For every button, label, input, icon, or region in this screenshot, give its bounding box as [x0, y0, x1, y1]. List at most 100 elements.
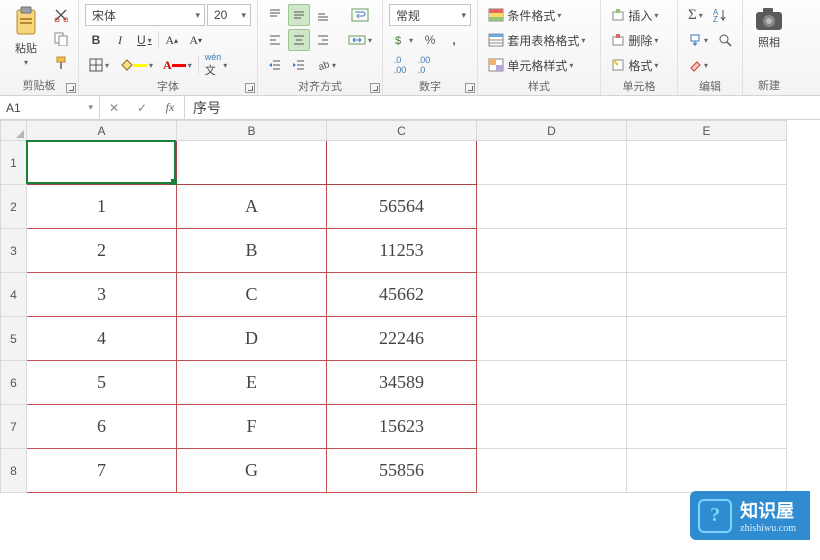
shrink-font-button[interactable]: A▾	[185, 29, 207, 51]
align-left-button[interactable]	[264, 29, 286, 51]
column-header[interactable]: E	[627, 121, 787, 141]
number-dialog-launcher[interactable]	[465, 83, 475, 93]
data-cell[interactable]: F	[177, 405, 327, 449]
empty-cell[interactable]	[477, 273, 627, 317]
data-cell[interactable]: 15623	[327, 405, 477, 449]
orientation-button[interactable]: ab	[312, 54, 340, 76]
wrap-text-button[interactable]	[344, 4, 376, 26]
row-header[interactable]: 8	[1, 449, 27, 493]
data-cell[interactable]: A	[177, 185, 327, 229]
merge-center-button[interactable]	[344, 29, 376, 51]
data-cell[interactable]: 名称	[177, 141, 327, 185]
find-select-button[interactable]	[714, 29, 736, 51]
data-cell[interactable]: 序号	[27, 141, 177, 185]
align-center-button[interactable]	[288, 29, 310, 51]
empty-cell[interactable]	[627, 405, 787, 449]
borders-button[interactable]	[85, 54, 113, 76]
row-header[interactable]: 3	[1, 229, 27, 273]
fill-button[interactable]	[684, 29, 712, 51]
data-cell[interactable]: B	[177, 229, 327, 273]
format-as-table-button[interactable]: 套用表格格式	[484, 29, 594, 51]
select-all-corner[interactable]	[1, 121, 27, 141]
data-cell[interactable]: 4	[27, 317, 177, 361]
formula-input[interactable]: 序号	[185, 96, 820, 119]
column-header[interactable]: C	[327, 121, 477, 141]
empty-cell[interactable]	[477, 405, 627, 449]
comma-button[interactable]: ,	[443, 29, 465, 51]
empty-cell[interactable]	[627, 185, 787, 229]
data-cell[interactable]: E	[177, 361, 327, 405]
data-cell[interactable]: 销售量	[327, 141, 477, 185]
row-header[interactable]: 4	[1, 273, 27, 317]
paste-button[interactable]: 粘贴 ▾	[6, 4, 46, 69]
clipboard-dialog-launcher[interactable]	[66, 83, 76, 93]
decrease-indent-button[interactable]	[264, 54, 286, 76]
empty-cell[interactable]	[477, 317, 627, 361]
underline-button[interactable]: U	[133, 29, 156, 51]
format-cells-button[interactable]: 格式	[607, 54, 671, 76]
column-header[interactable]: D	[477, 121, 627, 141]
increase-decimal-button[interactable]: .0.00	[389, 54, 411, 76]
bold-button[interactable]: B	[85, 29, 107, 51]
row-header[interactable]: 1	[1, 141, 27, 185]
grow-font-button[interactable]: A▴	[161, 29, 183, 51]
empty-cell[interactable]	[477, 361, 627, 405]
empty-cell[interactable]	[477, 185, 627, 229]
align-top-button[interactable]	[264, 4, 286, 26]
data-cell[interactable]: G	[177, 449, 327, 493]
empty-cell[interactable]	[627, 449, 787, 493]
insert-function-button[interactable]: fx	[156, 96, 184, 119]
insert-cells-button[interactable]: 插入	[607, 4, 671, 26]
accounting-format-button[interactable]: $	[389, 29, 417, 51]
conditional-format-button[interactable]: 条件格式	[484, 4, 594, 26]
cell-styles-button[interactable]: 单元格样式	[484, 54, 594, 76]
font-size-select[interactable]: 20	[207, 4, 251, 26]
sort-filter-button[interactable]: AZ	[709, 4, 733, 26]
empty-cell[interactable]	[627, 229, 787, 273]
empty-cell[interactable]	[477, 449, 627, 493]
data-cell[interactable]: 1	[27, 185, 177, 229]
data-cell[interactable]: 34589	[327, 361, 477, 405]
cancel-formula-button[interactable]: ✕	[100, 96, 128, 119]
increase-indent-button[interactable]	[288, 54, 310, 76]
clear-button[interactable]	[684, 54, 712, 76]
number-format-select[interactable]: 常规	[389, 4, 471, 26]
copy-button[interactable]	[50, 28, 72, 50]
font-color-button[interactable]: A	[159, 54, 196, 76]
empty-cell[interactable]	[627, 273, 787, 317]
data-cell[interactable]: 2	[27, 229, 177, 273]
data-cell[interactable]: 56564	[327, 185, 477, 229]
row-header[interactable]: 2	[1, 185, 27, 229]
italic-button[interactable]: I	[109, 29, 131, 51]
percent-button[interactable]: %	[419, 29, 441, 51]
data-cell[interactable]: 11253	[327, 229, 477, 273]
empty-cell[interactable]	[477, 141, 627, 185]
alignment-dialog-launcher[interactable]	[370, 83, 380, 93]
decrease-decimal-button[interactable]: .00.0	[413, 54, 435, 76]
format-painter-button[interactable]	[50, 52, 72, 74]
align-bottom-button[interactable]	[312, 4, 334, 26]
empty-cell[interactable]	[627, 317, 787, 361]
cut-button[interactable]	[50, 4, 72, 26]
data-cell[interactable]: 45662	[327, 273, 477, 317]
phonetic-button[interactable]: wén文	[201, 54, 232, 76]
data-cell[interactable]: 3	[27, 273, 177, 317]
name-box[interactable]: A1	[0, 96, 100, 119]
data-cell[interactable]: 7	[27, 449, 177, 493]
font-dialog-launcher[interactable]	[245, 83, 255, 93]
data-cell[interactable]: 5	[27, 361, 177, 405]
fill-color-button[interactable]	[115, 54, 157, 76]
font-name-select[interactable]: 宋体	[85, 4, 205, 26]
data-cell[interactable]: C	[177, 273, 327, 317]
align-middle-button[interactable]	[288, 4, 310, 26]
data-cell[interactable]: 6	[27, 405, 177, 449]
row-header[interactable]: 5	[1, 317, 27, 361]
empty-cell[interactable]	[627, 361, 787, 405]
empty-cell[interactable]	[477, 229, 627, 273]
camera-button[interactable]: 照相	[749, 4, 789, 52]
align-right-button[interactable]	[312, 29, 334, 51]
delete-cells-button[interactable]: 删除	[607, 29, 671, 51]
column-header[interactable]: A	[27, 121, 177, 141]
autosum-button[interactable]: Σ	[684, 4, 707, 26]
accept-formula-button[interactable]: ✓	[128, 96, 156, 119]
